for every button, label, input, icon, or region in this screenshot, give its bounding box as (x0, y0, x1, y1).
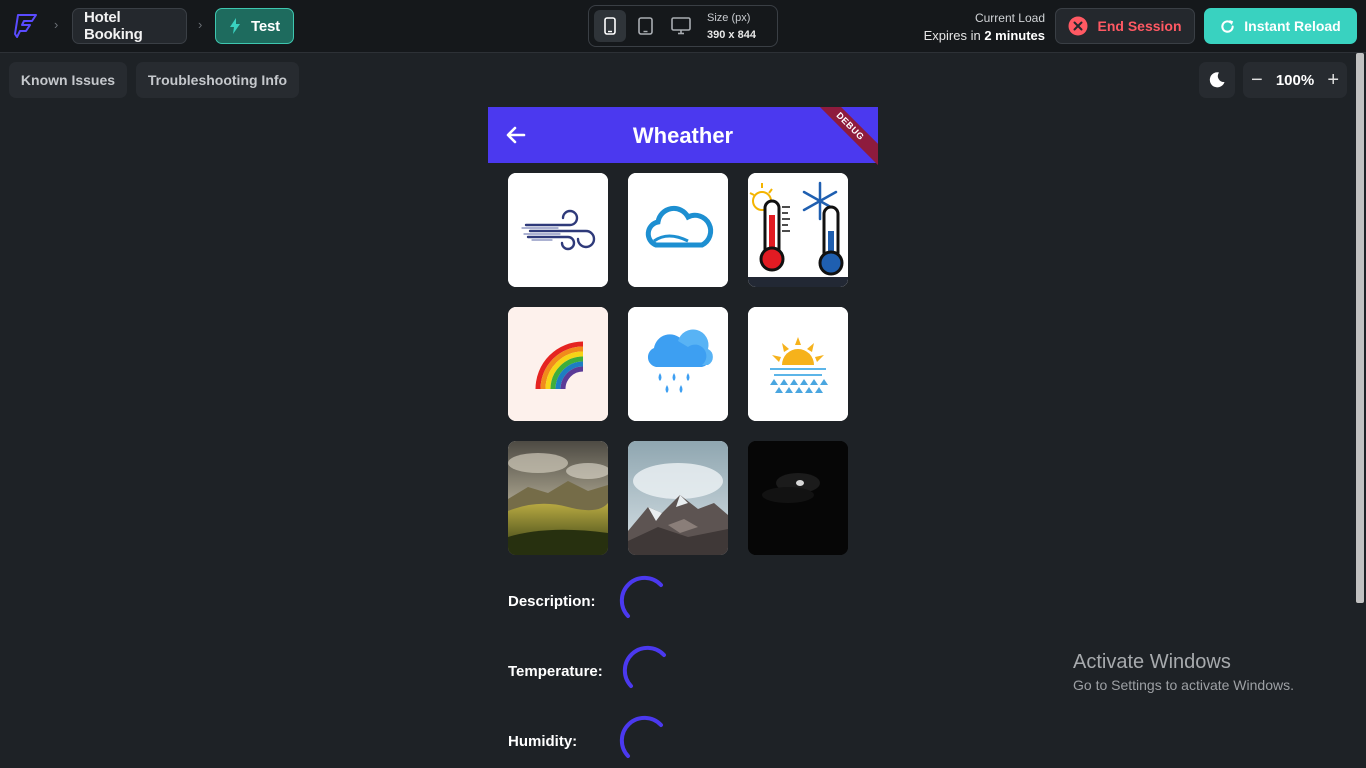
current-load-label: Current Load (974, 11, 1045, 25)
expires-value: 2 minutes (984, 28, 1045, 43)
hot-cold-thermometer-icon (748, 173, 848, 287)
top-bar: › Hotel Booking › Test Size (px) 390 x 8… (0, 0, 1366, 53)
cloud-tile[interactable] (628, 173, 728, 287)
mobile-device-button[interactable] (594, 10, 626, 42)
refresh-icon (1221, 19, 1234, 33)
end-session-label: End Session (1097, 18, 1182, 34)
troubleshooting-info-button[interactable]: Troubleshooting Info (136, 62, 299, 98)
chevron-right-icon: › (54, 17, 59, 32)
loading-spinner-icon (619, 715, 663, 758)
mountain-tile[interactable] (628, 441, 728, 555)
loading-spinner-icon (622, 645, 666, 688)
size-value: 390 x 844 (707, 29, 756, 41)
wind-icon (508, 173, 608, 287)
theme-toggle-button[interactable] (1199, 62, 1235, 98)
session-load-info: Current Load Expires in 2 minutes (924, 9, 1045, 45)
rain-cloud-icon (628, 307, 728, 421)
description-label: Description: (508, 593, 596, 610)
size-label: Size (px) (707, 12, 751, 24)
expires-prefix: Expires in (923, 28, 981, 43)
watermark-title: Activate Windows (1073, 651, 1231, 673)
zoom-out-button[interactable]: − (1251, 70, 1263, 90)
loading-spinner-icon (619, 575, 663, 618)
page-scrollbar[interactable] (1354, 53, 1366, 768)
landscape-tile[interactable] (508, 441, 608, 555)
known-issues-button[interactable]: Known Issues (9, 62, 127, 98)
tablet-device-button[interactable] (629, 10, 661, 42)
flutterflow-logo-icon[interactable] (12, 12, 40, 40)
watermark-subtitle: Go to Settings to activate Windows. (1073, 677, 1294, 693)
close-circle-icon (1068, 16, 1088, 36)
mountain-photo (628, 441, 728, 555)
zoom-control: − 100% + (1243, 62, 1347, 98)
device-preview: Wheather DEBUG Description: Temperature:… (488, 107, 878, 768)
zoom-in-button[interactable]: + (1327, 70, 1339, 90)
chevron-right-icon: › (198, 17, 203, 32)
phone-icon (604, 17, 616, 35)
scrollbar-thumb[interactable] (1356, 53, 1364, 603)
monitor-icon (671, 17, 691, 35)
night-tile[interactable] (748, 441, 848, 555)
temperature-label: Temperature: (508, 663, 603, 680)
app-title: Wheather (632, 123, 734, 148)
wind-tile[interactable] (508, 173, 608, 287)
desktop-device-button[interactable] (665, 10, 697, 42)
rainbow-icon (508, 307, 608, 421)
test-mode-button[interactable]: Test (215, 8, 294, 44)
lightning-icon (230, 18, 241, 34)
landscape-photo (508, 441, 608, 555)
windows-activation-watermark: Activate Windows Go to Settings to activ… (1073, 651, 1294, 693)
end-session-button[interactable]: End Session (1055, 8, 1195, 44)
instant-reload-label: Instant Reload (1244, 18, 1341, 34)
tablet-icon (637, 17, 653, 35)
sunrise-tile[interactable] (748, 307, 848, 421)
app-bar: Wheather DEBUG (488, 107, 878, 168)
sunrise-icon (748, 307, 848, 421)
test-mode-label: Test (251, 17, 280, 35)
instant-reload-button[interactable]: Instant Reload (1204, 8, 1357, 44)
hot-cold-tile[interactable] (748, 173, 848, 287)
rain-tile[interactable] (628, 307, 728, 421)
humidity-label: Humidity: (508, 733, 578, 750)
moon-icon (1209, 72, 1225, 88)
project-name-button[interactable]: Hotel Booking (72, 8, 187, 44)
cloud-icon (628, 173, 728, 287)
device-size-selector: Size (px) 390 x 844 (588, 5, 778, 47)
night-photo (748, 441, 848, 555)
zoom-value: 100% (1275, 71, 1315, 89)
rainbow-tile[interactable] (508, 307, 608, 421)
